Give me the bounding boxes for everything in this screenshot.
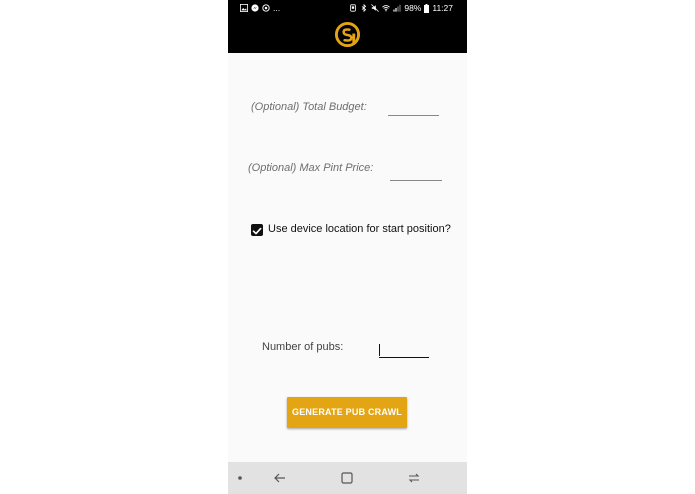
use-location-label[interactable]: Use device location for start position? bbox=[268, 223, 451, 235]
gallery-icon bbox=[240, 4, 248, 12]
navigation-bar bbox=[228, 462, 467, 494]
app-bar bbox=[228, 16, 467, 53]
checkmark-icon bbox=[252, 227, 262, 235]
dot-icon[interactable] bbox=[234, 470, 250, 486]
status-right-icons: 98% 11:27 bbox=[349, 0, 453, 16]
text-cursor bbox=[379, 344, 380, 356]
bluetooth-icon bbox=[362, 4, 367, 12]
max-pint-price-label: (Optional) Max Pint Price: bbox=[248, 162, 374, 174]
signal-icon bbox=[393, 4, 401, 12]
app-logo bbox=[334, 21, 361, 48]
phone-screen: ... 98% 11:27 (Optional) Total Budget: (… bbox=[228, 0, 467, 494]
home-icon[interactable] bbox=[339, 470, 355, 486]
whatsapp-icon bbox=[262, 4, 270, 12]
status-bar: ... 98% 11:27 bbox=[228, 0, 467, 16]
number-of-pubs-input[interactable] bbox=[379, 344, 429, 358]
wifi-icon bbox=[382, 5, 391, 12]
battery-icon bbox=[424, 3, 430, 13]
messenger-icon bbox=[251, 4, 259, 12]
total-budget-label: (Optional) Total Budget: bbox=[251, 101, 367, 113]
max-pint-price-input[interactable] bbox=[390, 168, 442, 181]
recents-icon[interactable] bbox=[406, 470, 422, 486]
generate-pub-crawl-button[interactable]: GENERATE PUB CRAWL bbox=[287, 397, 407, 428]
battery-percent: 98% bbox=[404, 3, 422, 13]
status-left-icons: ... bbox=[240, 0, 280, 16]
alarm-icon bbox=[350, 4, 357, 12]
number-of-pubs-label: Number of pubs: bbox=[262, 341, 344, 353]
status-overflow: ... bbox=[273, 3, 281, 13]
back-icon[interactable] bbox=[272, 470, 288, 486]
mute-icon bbox=[371, 4, 380, 12]
total-budget-input[interactable] bbox=[388, 103, 439, 116]
use-location-checkbox[interactable] bbox=[251, 224, 263, 236]
status-time: 11:27 bbox=[432, 3, 453, 13]
